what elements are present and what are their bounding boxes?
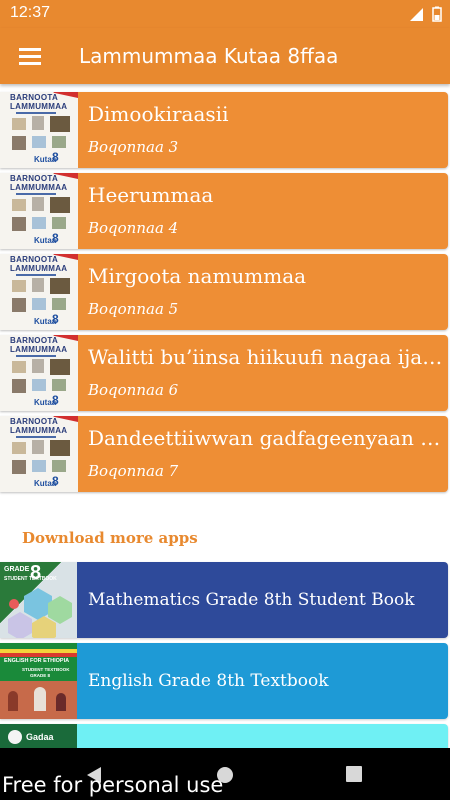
chapter-subtitle: Boqonnaa 7 — [88, 462, 179, 480]
thumb-title-line2: LAMMUMMAA — [10, 426, 68, 435]
recents-icon[interactable] — [346, 766, 362, 782]
thumb-title-line1: BARNOOTA — [10, 93, 59, 102]
thumb-grade-number: 8 — [52, 474, 59, 488]
chapter-subtitle: Boqonnaa 5 — [88, 300, 179, 318]
watermark-text: Free for personal use — [2, 773, 224, 797]
chapter-title: Mirgoota namummaa — [88, 264, 307, 288]
chapter-title: Dimookiraasii — [88, 102, 229, 126]
english-book-thumbnail: ENGLISH FOR ETHIOPIA STUDENT TEXTBOOK GR… — [0, 643, 77, 719]
chapter-title: Dandeettiiwwan gadfageenyaan yaaduu — [88, 426, 444, 450]
chapter-card[interactable]: BARNOOTA LAMMUMMAA Kutaa 8 Heerummaa Boqonnaa… — [0, 173, 448, 249]
app-name-english: English Grade 8th Textbook — [88, 671, 329, 691]
thumb-title-line2: LAMMUMMAA — [10, 264, 68, 273]
status-icons — [408, 6, 444, 22]
battery-icon — [432, 6, 442, 22]
signal-icon — [410, 8, 423, 21]
english-thumb-title: ENGLISH FOR ETHIOPIA — [4, 658, 70, 664]
gadaa-book-thumbnail: Gadaa — [0, 724, 77, 748]
thumb-grade-number: 8 — [52, 312, 59, 326]
thumb-title-line2: LAMMUMMAA — [10, 102, 68, 111]
thumb-title-line2: LAMMUMMAA — [10, 345, 68, 354]
chapter-title: Walitti bu’iinsa hiikuufi nagaa ijaaruu — [88, 345, 444, 369]
thumb-title-line1: BARNOOTA — [10, 336, 59, 345]
english-thumb-subtitle: STUDENT TEXTBOOK — [22, 667, 70, 672]
book-cover-thumbnail: BARNOOTA LAMMUMMAA Kutaa 8 — [0, 335, 78, 411]
content-scroll-area[interactable]: BARNOOTA LAMMUMMAA Kutaa 8 Dimookiraasii Boqo… — [0, 84, 450, 748]
status-bar: 12:37 — [0, 0, 450, 28]
app-card-gadaa[interactable]: Gadaa — [0, 724, 448, 748]
chapter-subtitle: Boqonnaa 4 — [88, 219, 179, 237]
thumb-title-line1: BARNOOTA — [10, 417, 59, 426]
thumb-title-line1: BARNOOTA — [10, 174, 59, 183]
english-thumb-grade: GRADE 8 — [30, 673, 51, 678]
english-thumb-photo — [0, 681, 77, 719]
app-card-english[interactable]: ENGLISH FOR ETHIOPIA STUDENT TEXTBOOK GR… — [0, 643, 448, 719]
gadaa-thumb-title: Gadaa — [26, 732, 54, 742]
chapter-card[interactable]: BARNOOTA LAMMUMMAA Kutaa 8 Dandeettiiwwan ga… — [0, 416, 448, 492]
app-card-mathematics[interactable]: GRADE 8 STUDENT TEXTBOOK Mathematics Gra… — [0, 562, 448, 638]
thumb-grade-number: 8 — [52, 150, 59, 164]
book-cover-thumbnail: BARNOOTA LAMMUMMAA Kutaa 8 — [0, 173, 78, 249]
math-thumb-grade: GRADE — [4, 566, 30, 573]
menu-icon[interactable] — [19, 48, 41, 65]
app-bar: Lammummaa Kutaa 8ffaa — [0, 28, 450, 84]
book-cover-thumbnail: BARNOOTA LAMMUMMAA Kutaa 8 — [0, 416, 78, 492]
chapter-card[interactable]: BARNOOTA LAMMUMMAA Kutaa 8 Mirgoota namummaa… — [0, 254, 448, 330]
status-time: 12:37 — [10, 4, 51, 21]
chapter-card[interactable]: BARNOOTA LAMMUMMAA Kutaa 8 Walitti bu’iinsa … — [0, 335, 448, 411]
chapter-subtitle: Boqonnaa 3 — [88, 138, 179, 156]
thumb-grade-number: 8 — [52, 231, 59, 245]
app-name-mathematics: Mathematics Grade 8th Student Book — [88, 590, 415, 610]
book-cover-thumbnail: BARNOOTA LAMMUMMAA Kutaa 8 — [0, 254, 78, 330]
chapter-card[interactable]: BARNOOTA LAMMUMMAA Kutaa 8 Dimookiraasii Boqo… — [0, 92, 448, 168]
app-title: Lammummaa Kutaa 8ffaa — [79, 44, 339, 68]
thumb-title-line1: BARNOOTA — [10, 255, 59, 264]
chapter-title: Heerummaa — [88, 183, 214, 207]
thumb-grade-number: 8 — [52, 393, 59, 407]
download-more-apps-label: Download more apps — [22, 529, 198, 547]
thumb-title-line2: LAMMUMMAA — [10, 183, 68, 192]
math-book-thumbnail: GRADE 8 STUDENT TEXTBOOK — [0, 562, 77, 638]
chapter-subtitle: Boqonnaa 6 — [88, 381, 179, 399]
book-cover-thumbnail: BARNOOTA LAMMUMMAA Kutaa 8 — [0, 92, 78, 168]
math-shapes-graphic — [8, 588, 72, 638]
